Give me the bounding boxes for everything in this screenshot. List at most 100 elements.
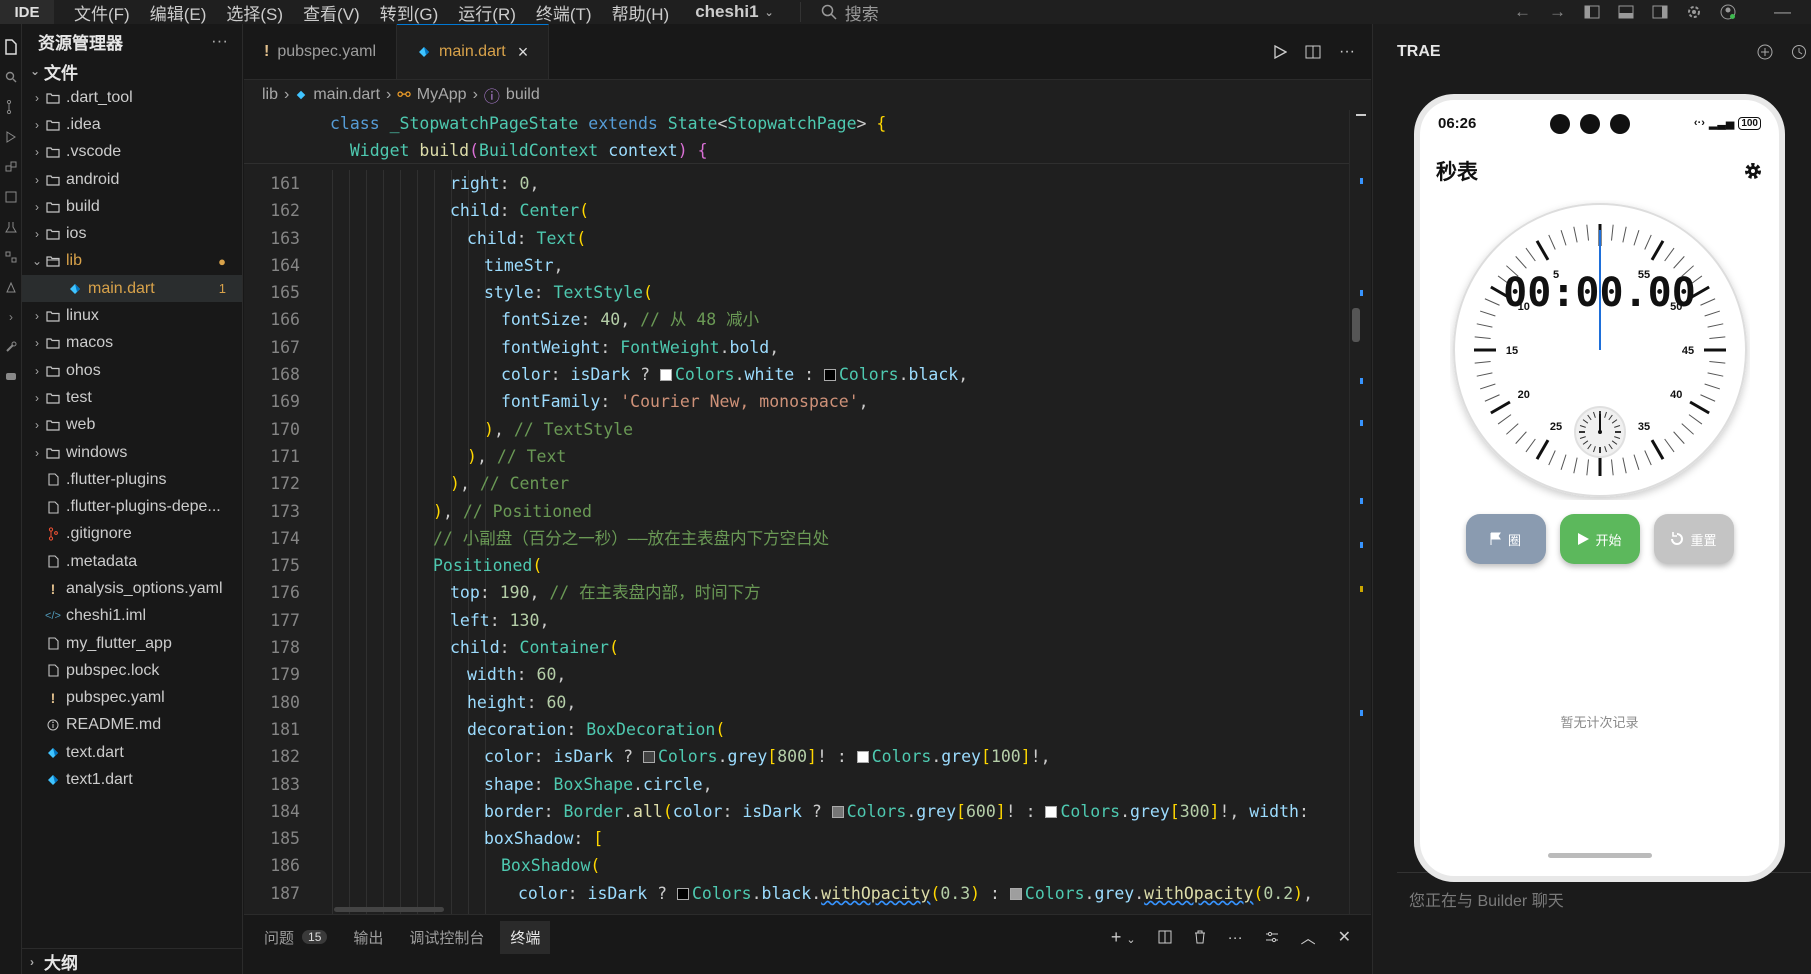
tree-item[interactable]: › windows: [22, 439, 242, 466]
source-control-icon[interactable]: [0, 92, 22, 122]
chat-input[interactable]: 您正在与 Builder 聊天: [1397, 872, 1811, 974]
back-arrow-icon[interactable]: ←: [1514, 2, 1531, 22]
tree-item[interactable]: › .dart_tool: [22, 84, 242, 111]
tree-item[interactable]: my_flutter_app: [22, 630, 242, 657]
tree-item[interactable]: › build: [22, 193, 242, 220]
color-swatch[interactable]: [856, 751, 869, 764]
tree-item[interactable]: › linux: [22, 302, 242, 329]
code-line[interactable]: 183 shape: BoxShape.circle,: [244, 771, 1349, 798]
remote-icon[interactable]: [0, 182, 22, 212]
search-box[interactable]: 搜索: [799, 2, 879, 24]
history-icon[interactable]: [1791, 44, 1807, 60]
settings-sliders-icon[interactable]: [1265, 931, 1279, 943]
more-actions-icon[interactable]: ···: [1339, 43, 1355, 61]
code-line[interactable]: 186 BoxShadow(: [244, 852, 1349, 879]
search-activity-icon[interactable]: [0, 62, 22, 92]
tree-item[interactable]: › ios: [22, 220, 242, 247]
gear-icon[interactable]: [1686, 4, 1702, 20]
split-editor-icon[interactable]: [1305, 45, 1321, 59]
settings-gear-icon[interactable]: [1743, 161, 1763, 181]
tab-output[interactable]: 输出: [343, 921, 393, 954]
more-actions-icon[interactable]: ···: [211, 31, 228, 51]
tree-item[interactable]: README.md: [22, 712, 242, 739]
breadcrumb-item[interactable]: lib: [262, 86, 278, 104]
code-line[interactable]: 180 height: 60,: [244, 689, 1349, 716]
chevron-right-icon[interactable]: ›: [0, 302, 22, 332]
tree-item[interactable]: pubspec.lock: [22, 657, 242, 684]
code-line[interactable]: 165 style: TextStyle(: [244, 279, 1349, 306]
tree-item[interactable]: text.dart: [22, 739, 242, 766]
run-icon[interactable]: [1273, 44, 1288, 59]
tree-item[interactable]: › web: [22, 412, 242, 439]
code-line[interactable]: 181 decoration: BoxDecoration(: [244, 716, 1349, 743]
tab-pubspec-yaml[interactable]: ! pubspec.yaml: [244, 24, 398, 79]
testing-icon[interactable]: [0, 212, 22, 242]
forward-arrow-icon[interactable]: →: [1549, 2, 1566, 22]
code-line[interactable]: 177 left: 130,: [244, 607, 1349, 634]
tree-item[interactable]: ! pubspec.yaml: [22, 685, 242, 712]
code-line[interactable]: 163 child: Text(: [244, 225, 1349, 252]
tree-item[interactable]: .flutter-plugins-depe...: [22, 493, 242, 520]
files-section-header[interactable]: ⌄ 文件: [22, 58, 242, 84]
code-line[interactable]: 176 top: 190, // 在主表盘内部，时间下方: [244, 579, 1349, 606]
reset-button[interactable]: 重置: [1653, 514, 1734, 564]
code-line[interactable]: 170), // TextStyle: [244, 416, 1349, 443]
code-line[interactable]: 179 width: 60,: [244, 661, 1349, 688]
tab-terminal[interactable]: 终端: [500, 920, 551, 954]
code-line[interactable]: 171), // Text: [244, 443, 1349, 470]
toggle-secondary-sidebar-icon[interactable]: [1652, 5, 1668, 19]
code-line[interactable]: 174 // 小副盘（百分之一秒）——放在主表盘内下方空白处: [244, 525, 1349, 552]
sticky-line[interactable]: class _StopwatchPageState extends State<…: [244, 110, 1349, 137]
overview-ruler[interactable]: [1349, 110, 1371, 914]
color-swatch[interactable]: [831, 805, 844, 818]
tree-item[interactable]: text1.dart: [22, 766, 242, 793]
new-chat-icon[interactable]: [1757, 44, 1773, 60]
tree-item[interactable]: › .vscode: [22, 139, 242, 166]
extensions-icon[interactable]: [0, 152, 22, 182]
tab-main-dart[interactable]: main.dart ×: [397, 24, 550, 79]
tree-item[interactable]: main.dart 1: [22, 275, 242, 303]
code-line[interactable]: 166 fontSize: 40, // 从 48 减小: [244, 306, 1349, 333]
start-button[interactable]: 开始: [1559, 514, 1640, 564]
code-line[interactable]: 169 fontFamily: 'Courier New, monospace',: [244, 388, 1349, 415]
vertical-scrollbar-thumb[interactable]: [1352, 308, 1360, 342]
menu-item[interactable]: 帮助(H): [602, 0, 680, 25]
code-line[interactable]: 185 boxShadow: [: [244, 825, 1349, 852]
project-switcher[interactable]: cheshi1 ⌄: [695, 2, 774, 22]
code-line[interactable]: 172), // Center: [244, 470, 1349, 497]
database-icon[interactable]: [0, 242, 22, 272]
menu-item[interactable]: 编辑(E): [140, 0, 217, 25]
code-view[interactable]: 161 right: 0, 162 child: Center(163 child: T…: [244, 170, 1349, 914]
color-swatch[interactable]: [659, 369, 672, 382]
run-debug-icon[interactable]: [0, 122, 22, 152]
explorer-activity-icon[interactable]: [0, 32, 22, 62]
code-line[interactable]: 187 color: isDark ? Colors.black.withOpac…: [244, 880, 1349, 907]
color-swatch[interactable]: [1009, 887, 1022, 900]
color-swatch[interactable]: [1045, 805, 1058, 818]
tree-item[interactable]: .metadata: [22, 548, 242, 575]
menu-item[interactable]: 查看(V): [293, 0, 370, 25]
code-line[interactable]: 175 Positioned(: [244, 552, 1349, 579]
menu-item[interactable]: 文件(F): [64, 0, 140, 25]
wrench-icon[interactable]: [0, 332, 22, 362]
tab-problems[interactable]: 问题 15: [254, 921, 337, 954]
menu-item[interactable]: 运行(R): [448, 0, 526, 25]
breadcrumb-item[interactable]: build: [506, 86, 540, 104]
breadcrumb-item[interactable]: main.dart: [313, 86, 380, 104]
tree-item[interactable]: </> cheshi1.iml: [22, 603, 242, 630]
code-line[interactable]: 162 child: Center(: [244, 197, 1349, 224]
toggle-panel-icon[interactable]: [1618, 5, 1634, 19]
tree-item[interactable]: .gitignore: [22, 521, 242, 548]
maximize-panel-icon[interactable]: ︿: [1301, 927, 1316, 948]
code-line[interactable]: 167 fontWeight: FontWeight.bold,: [244, 334, 1349, 361]
horizontal-scrollbar[interactable]: [334, 907, 444, 912]
tab-debug-console[interactable]: 调试控制台: [399, 921, 494, 954]
code-line[interactable]: 184 border: Border.all(color: isDark ? Co…: [244, 798, 1349, 825]
code-line[interactable]: 173), // Positioned: [244, 498, 1349, 525]
split-terminal-icon[interactable]: [1158, 930, 1172, 944]
tree-item[interactable]: › android: [22, 166, 242, 193]
close-panel-icon[interactable]: ✕: [1338, 927, 1351, 947]
code-line[interactable]: 178 child: Container(: [244, 634, 1349, 661]
close-icon[interactable]: ×: [518, 42, 529, 63]
tree-item[interactable]: .flutter-plugins: [22, 466, 242, 493]
